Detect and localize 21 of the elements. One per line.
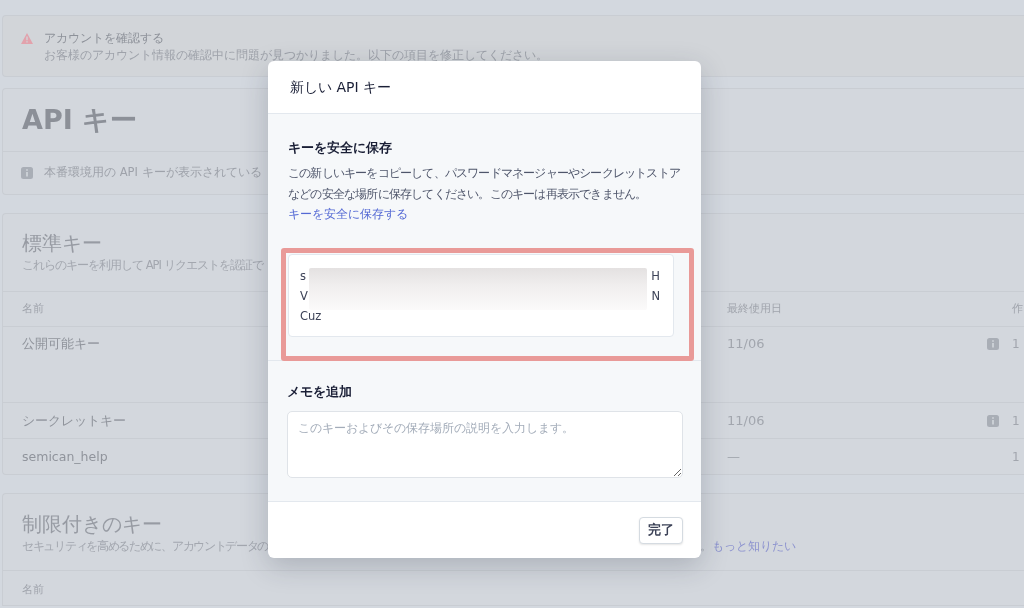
key-text: Cuz [300, 308, 322, 326]
key-name: semican_help [22, 448, 108, 465]
done-button[interactable]: 完了 [639, 516, 683, 544]
dialog-title: 新しい API キー [290, 77, 392, 97]
key-text: V [300, 288, 308, 306]
last-used-date: — [727, 448, 740, 465]
note-field[interactable]: このキーおよびその保存場所の説明を入力します。 [287, 411, 683, 478]
key-text: H [651, 268, 660, 286]
section-title: 制限付きのキー [22, 511, 162, 538]
section-description: 。もっと知りたい [700, 538, 796, 554]
page-title: API キー [22, 104, 138, 136]
alert-title: アカウントを確認する [44, 30, 164, 47]
section-heading: キーを安全に保存 [288, 139, 392, 157]
instruction-text: この新しいキーをコピーして、パスワードマネージャーやシークレットストアなどの安全な場所に保存してください。このキーは再表示できません。 [288, 165, 681, 203]
info-icon [21, 167, 33, 179]
save-key-link[interactable]: キーを安全に保存する [288, 205, 408, 224]
key-text: N [651, 288, 660, 306]
note-label: メモを追加 [287, 383, 352, 401]
warning-icon [21, 33, 33, 44]
key-text: s [300, 268, 306, 286]
section-title: 標準キー [22, 230, 102, 257]
